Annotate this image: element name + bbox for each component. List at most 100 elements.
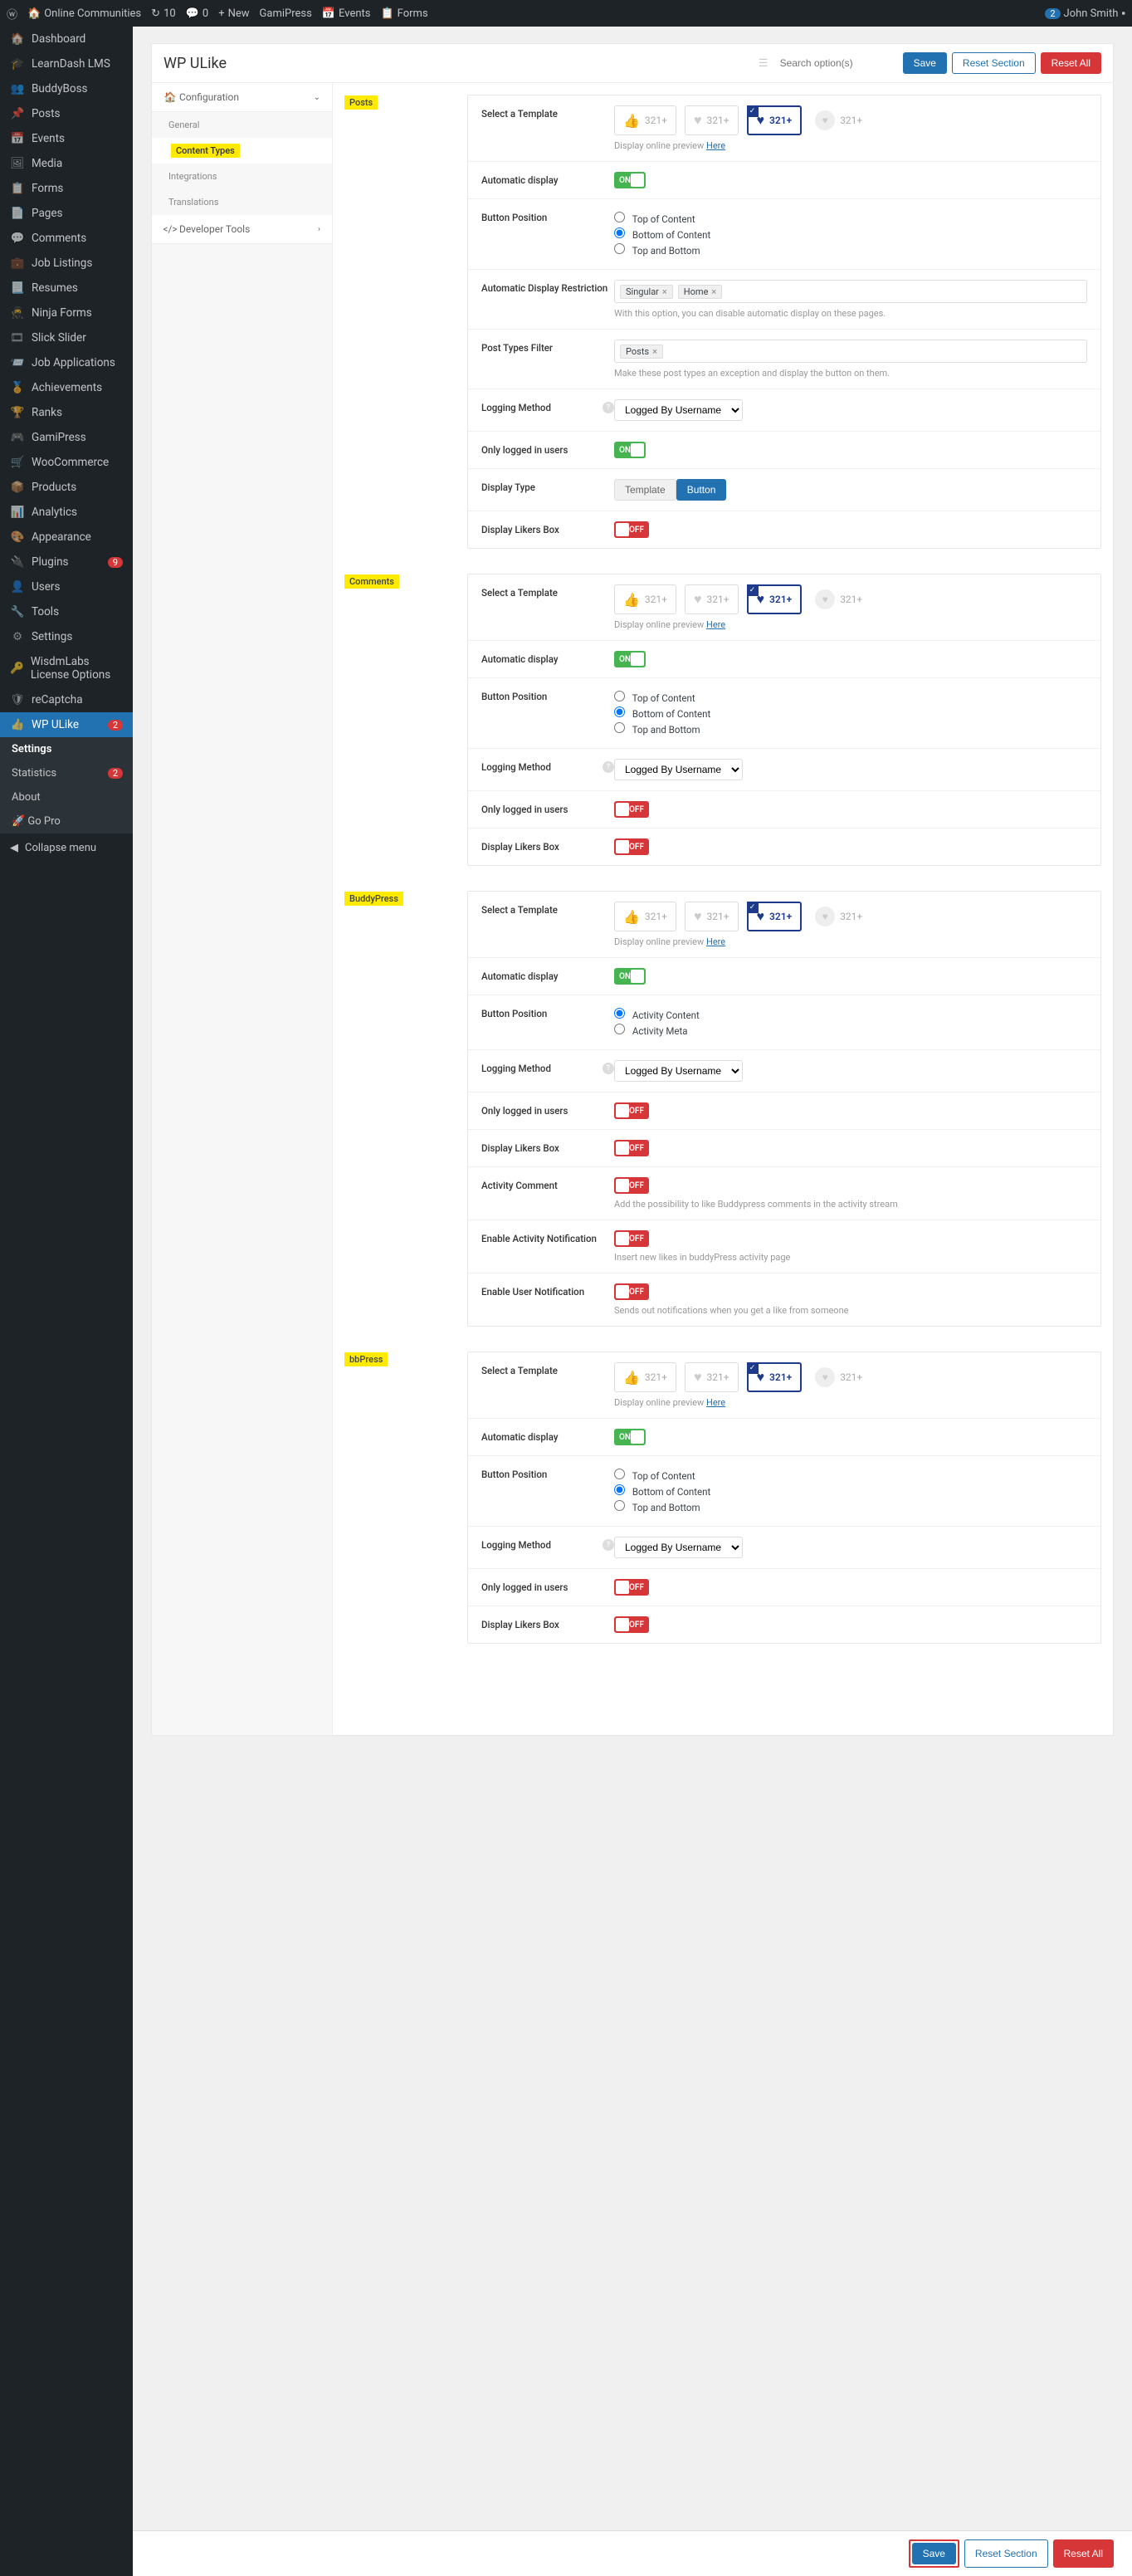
radio-option[interactable]: Top of Content <box>614 212 1087 225</box>
info-icon[interactable]: ? <box>603 761 614 773</box>
template-thumb[interactable]: 👍321+ <box>614 1362 676 1392</box>
gamipress-link[interactable]: GamiPress <box>260 7 312 20</box>
display-type-button[interactable]: Button <box>676 479 727 501</box>
menu-ranks[interactable]: 🏆Ranks <box>0 400 133 425</box>
site-link[interactable]: 🏠 Online Communities <box>27 7 141 20</box>
menu-recaptcha[interactable]: 🛡reCaptcha <box>0 687 133 712</box>
menu-events[interactable]: 📅Events <box>0 126 133 151</box>
menu-appearance[interactable]: 🎨Appearance <box>0 525 133 550</box>
template-heart-blue[interactable]: ♥321+ <box>747 584 803 614</box>
display-type-template[interactable]: Template <box>614 479 676 501</box>
radio-option[interactable]: Bottom of Content <box>614 227 1087 241</box>
menu-learndash-lms[interactable]: 🎓LearnDash LMS <box>0 51 133 76</box>
radio-option[interactable]: Activity Meta <box>614 1024 1087 1037</box>
subtab-integrations[interactable]: Integrations <box>152 164 332 189</box>
toggle[interactable]: OFF <box>614 1283 649 1300</box>
radio-option[interactable]: Activity Content <box>614 1008 1087 1021</box>
submenu-go-pro[interactable]: 🚀 Go Pro <box>0 809 133 833</box>
template-thumb[interactable]: 👍321+ <box>614 584 676 614</box>
toggle[interactable]: OFF <box>614 1102 649 1119</box>
radio-option[interactable]: Top of Content <box>614 691 1087 704</box>
toggle[interactable]: OFF <box>614 1616 649 1633</box>
toggle[interactable]: OFF <box>614 801 649 818</box>
radio-option[interactable]: Top of Content <box>614 1469 1087 1482</box>
menu-wp-ulike[interactable]: 👍WP ULike2 <box>0 712 133 737</box>
toggle[interactable]: OFF <box>614 1579 649 1596</box>
comments-link[interactable]: 💬 0 <box>186 7 209 20</box>
toggle[interactable]: OFF <box>614 1140 649 1156</box>
tab-configuration[interactable]: 🏠 Configuration⌄ <box>152 83 332 112</box>
logging-select[interactable]: Logged By Username <box>614 1537 743 1558</box>
template-round[interactable]: ♥321+ <box>810 902 867 931</box>
menu-dashboard[interactable]: 🏠Dashboard <box>0 27 133 51</box>
updates-link[interactable]: ↻ 10 <box>151 7 176 20</box>
events-link[interactable]: 📅 Events <box>322 7 371 20</box>
logging-select[interactable]: Logged By Username <box>614 759 743 780</box>
preview-link[interactable]: Here <box>706 1397 725 1408</box>
bottom-reset-all-button[interactable]: Reset All <box>1053 2539 1114 2568</box>
menu-plugins[interactable]: 🔌Plugins9 <box>0 550 133 574</box>
reset-section-button[interactable]: Reset Section <box>952 52 1036 74</box>
menu-tools[interactable]: 🔧Tools <box>0 599 133 624</box>
user-menu[interactable]: 2 John Smith ▪ <box>1045 7 1125 20</box>
toggle[interactable]: ON <box>614 442 646 458</box>
toggle[interactable]: ON <box>614 172 646 188</box>
preview-link[interactable]: Here <box>706 140 725 151</box>
bottom-reset-section-button[interactable]: Reset Section <box>964 2539 1048 2568</box>
list-icon[interactable]: ☰ <box>759 57 768 70</box>
menu-job-applications[interactable]: 📨Job Applications <box>0 350 133 375</box>
menu-buddyboss[interactable]: 👥BuddyBoss <box>0 76 133 101</box>
toggle[interactable]: ON <box>614 968 646 985</box>
menu-media[interactable]: 🖼Media <box>0 151 133 176</box>
collapse-menu[interactable]: ◀ Collapse menu <box>0 833 133 863</box>
wp-logo[interactable]: ⓦ <box>7 6 17 22</box>
menu-slick-slider[interactable]: 🎞Slick Slider <box>0 325 133 350</box>
radio-option[interactable]: Top and Bottom <box>614 722 1087 736</box>
search-input[interactable] <box>773 52 898 74</box>
menu-achievements[interactable]: 🏅Achievements <box>0 375 133 400</box>
template-thumb[interactable]: 👍321+ <box>614 902 676 931</box>
radio-option[interactable]: Bottom of Content <box>614 1484 1087 1498</box>
template-heart[interactable]: ♥321+ <box>685 584 739 614</box>
menu-settings[interactable]: ⚙Settings <box>0 624 133 649</box>
menu-users[interactable]: 👤Users <box>0 574 133 599</box>
menu-posts[interactable]: 📌Posts <box>0 101 133 126</box>
logging-select[interactable]: Logged By Username <box>614 1060 743 1082</box>
template-heart[interactable]: ♥321+ <box>685 105 739 135</box>
template-heart[interactable]: ♥321+ <box>685 1362 739 1392</box>
menu-resumes[interactable]: 📃Resumes <box>0 276 133 301</box>
template-heart-blue[interactable]: ♥321+ <box>747 1362 803 1392</box>
template-round[interactable]: ♥321+ <box>810 1362 867 1392</box>
subtab-translations[interactable]: Translations <box>152 189 332 215</box>
template-round[interactable]: ♥321+ <box>810 105 867 135</box>
submenu-settings[interactable]: Settings <box>0 737 133 761</box>
menu-job-listings[interactable]: 💼Job Listings <box>0 251 133 276</box>
menu-forms[interactable]: 📋Forms <box>0 176 133 201</box>
template-round[interactable]: ♥321+ <box>810 584 867 614</box>
toggle[interactable]: OFF <box>614 1177 649 1194</box>
menu-pages[interactable]: 📄Pages <box>0 201 133 226</box>
menu-ninja-forms[interactable]: 🥷Ninja Forms <box>0 301 133 325</box>
submenu-about[interactable]: About <box>0 785 133 809</box>
toggle[interactable]: OFF <box>614 838 649 855</box>
submenu-statistics[interactable]: Statistics 2 <box>0 761 133 785</box>
menu-woocommerce[interactable]: 🛒WooCommerce <box>0 450 133 475</box>
logging-select[interactable]: Logged By Username <box>614 399 743 421</box>
radio-option[interactable]: Bottom of Content <box>614 706 1087 720</box>
post-types-tags[interactable]: Posts × <box>614 340 1087 363</box>
radio-option[interactable]: Top and Bottom <box>614 243 1087 257</box>
subtab-general[interactable]: General <box>152 112 332 138</box>
menu-gamipress[interactable]: 🎮GamiPress <box>0 425 133 450</box>
save-button[interactable]: Save <box>903 52 947 74</box>
info-icon[interactable]: ? <box>603 1063 614 1074</box>
toggle[interactable]: ON <box>614 1429 646 1445</box>
info-icon[interactable]: ? <box>603 1539 614 1551</box>
subtab-content-types[interactable]: Content Types <box>152 138 332 164</box>
menu-products[interactable]: 📦Products <box>0 475 133 500</box>
restriction-tags[interactable]: Singular ×Home × <box>614 280 1087 303</box>
template-heart[interactable]: ♥321+ <box>685 902 739 931</box>
menu-analytics[interactable]: 📊Analytics <box>0 500 133 525</box>
new-link[interactable]: + New <box>218 7 249 20</box>
toggle[interactable]: ON <box>614 651 646 667</box>
menu-comments[interactable]: 💬Comments <box>0 226 133 251</box>
